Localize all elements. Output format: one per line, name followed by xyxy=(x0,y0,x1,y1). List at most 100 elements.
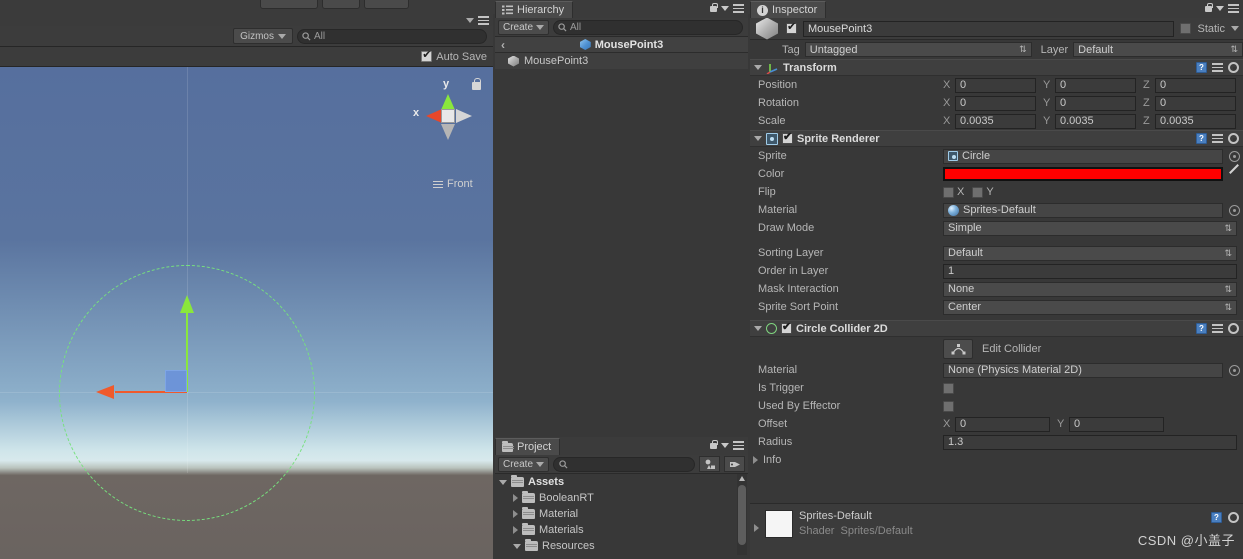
scroll-up-arrow-icon[interactable] xyxy=(738,475,746,483)
material-object-field[interactable]: Sprites-Default xyxy=(943,202,1223,218)
lock-icon[interactable] xyxy=(1205,2,1213,12)
chevron-down-icon[interactable] xyxy=(1231,26,1239,31)
layer-dropdown[interactable]: Default xyxy=(1073,42,1243,57)
help-icon[interactable]: ? xyxy=(1211,512,1222,523)
hierarchy-panel-menu[interactable] xyxy=(710,2,744,14)
chevron-right-icon[interactable] xyxy=(513,510,518,518)
auto-save-checkbox[interactable] xyxy=(421,49,433,62)
scene-view-mode-toggle[interactable]: Front xyxy=(433,178,473,190)
tag-dropdown[interactable]: Untagged xyxy=(804,42,1032,57)
project-tree-item[interactable]: Assets xyxy=(495,474,748,490)
sorting-layer-dropdown[interactable]: Default xyxy=(943,245,1237,261)
object-name-field[interactable]: MousePoint3 xyxy=(803,20,1175,37)
hierarchy-breadcrumb[interactable]: ‹ MousePoint3 xyxy=(495,37,748,53)
project-search-input[interactable] xyxy=(553,456,695,472)
flip-y-checkbox[interactable] xyxy=(972,186,984,198)
chevron-right-icon[interactable] xyxy=(513,526,518,534)
axis-y-cone-icon[interactable] xyxy=(441,94,455,110)
preset-icon[interactable] xyxy=(1212,323,1223,334)
transform-rotation-x-input[interactable]: 0 xyxy=(955,95,1036,111)
circle-collider-component-header[interactable]: Circle Collider 2D ? xyxy=(750,320,1243,337)
tab-inspector[interactable]: i Inspector xyxy=(750,1,827,18)
chevron-down-icon[interactable] xyxy=(513,543,521,549)
chevron-down-icon[interactable] xyxy=(754,326,762,331)
object-enabled-checkbox[interactable] xyxy=(786,21,797,34)
axis-x-cone-icon[interactable] xyxy=(426,109,442,123)
preset-icon[interactable] xyxy=(1212,62,1223,73)
color-swatch[interactable] xyxy=(943,167,1223,181)
play-button[interactable] xyxy=(260,0,318,9)
info-foldout-row[interactable]: Info xyxy=(750,451,1243,469)
gear-icon[interactable] xyxy=(1228,133,1239,144)
tab-project[interactable]: Project xyxy=(495,438,561,455)
static-checkbox[interactable] xyxy=(1180,23,1192,34)
lock-icon[interactable] xyxy=(710,439,718,449)
project-create-button[interactable]: Create xyxy=(498,456,550,472)
transform-rotation-z-input[interactable]: 0 xyxy=(1155,95,1236,111)
flip-x-checkbox[interactable] xyxy=(943,186,954,198)
transform-rotation-y-input[interactable]: 0 xyxy=(1055,95,1136,111)
step-button[interactable] xyxy=(364,0,409,9)
help-icon[interactable]: ? xyxy=(1196,323,1207,334)
collider-material-picker-icon[interactable] xyxy=(1229,364,1240,376)
scene-viewport[interactable]: y x Front xyxy=(0,67,493,559)
gear-icon[interactable] xyxy=(1228,512,1239,523)
gear-icon[interactable] xyxy=(1228,323,1239,334)
back-chevron-icon[interactable]: ‹ xyxy=(501,38,505,52)
sprite-renderer-enabled-checkbox[interactable] xyxy=(782,131,793,144)
chevron-down-icon[interactable] xyxy=(754,65,762,70)
radius-input[interactable]: 1.3 xyxy=(943,434,1237,450)
project-tree-item[interactable]: Material xyxy=(495,506,748,522)
project-scrollbar-thumb[interactable] xyxy=(738,485,746,545)
preset-icon[interactable] xyxy=(1212,133,1223,144)
orientation-center-cube[interactable] xyxy=(441,109,455,123)
axis-z-cone-icon[interactable] xyxy=(456,109,472,123)
chevron-down-icon[interactable] xyxy=(754,136,762,141)
filter-by-type-button[interactable] xyxy=(699,456,720,472)
hierarchy-item-mousepoint3[interactable]: MousePoint3 xyxy=(495,53,748,69)
sprite-object-field[interactable]: Circle xyxy=(943,148,1223,164)
transform-position-z-input[interactable]: 0 xyxy=(1155,77,1236,93)
chevron-right-icon[interactable] xyxy=(513,494,518,502)
help-icon[interactable]: ? xyxy=(1196,133,1207,144)
material-picker-icon[interactable] xyxy=(1229,204,1240,216)
lock-icon[interactable] xyxy=(710,2,718,12)
hierarchy-create-button[interactable]: Create xyxy=(498,19,550,35)
order-in-layer-input[interactable]: 1 xyxy=(943,263,1237,279)
hierarchy-search-input[interactable]: All xyxy=(553,19,743,35)
scene-panel-menu[interactable] xyxy=(466,15,489,26)
preview-foldout-icon[interactable] xyxy=(754,524,759,532)
chevron-right-icon[interactable] xyxy=(753,456,758,464)
move-gizmo-y-arrow[interactable] xyxy=(180,295,194,313)
sprite-renderer-component-header[interactable]: Sprite Renderer ? xyxy=(750,130,1243,147)
gear-icon[interactable] xyxy=(1228,62,1239,73)
collider-material-object-field[interactable]: None (Physics Material 2D) xyxy=(943,362,1223,378)
pause-button[interactable] xyxy=(322,0,360,9)
transform-position-x-input[interactable]: 0 xyxy=(955,77,1036,93)
help-icon[interactable]: ? xyxy=(1196,62,1207,73)
circle-collider-enabled-checkbox[interactable] xyxy=(781,321,792,334)
project-tree-item[interactable]: Resources xyxy=(495,538,748,554)
transform-scale-y-input[interactable]: 0.0035 xyxy=(1055,113,1136,129)
inspector-panel-menu[interactable] xyxy=(1205,2,1239,14)
transform-component-header[interactable]: Transform ? xyxy=(750,59,1243,76)
filter-by-label-button[interactable] xyxy=(724,456,745,472)
mask-interaction-dropdown[interactable]: None xyxy=(943,281,1237,297)
project-panel-menu[interactable] xyxy=(710,439,744,451)
gizmos-button[interactable]: Gizmos xyxy=(233,28,293,44)
tab-hierarchy[interactable]: Hierarchy xyxy=(495,1,574,18)
move-gizmo-x-arrow[interactable] xyxy=(96,385,114,399)
transform-position-y-input[interactable]: 0 xyxy=(1055,77,1136,93)
used-by-effector-checkbox[interactable] xyxy=(943,400,954,412)
scene-orientation-gizmo[interactable]: y x Front xyxy=(413,78,483,190)
draw-mode-dropdown[interactable]: Simple xyxy=(943,220,1237,236)
transform-scale-z-input[interactable]: 0.0035 xyxy=(1155,113,1236,129)
move-gizmo-xy-plane-handle[interactable] xyxy=(165,370,187,392)
edit-collider-button[interactable] xyxy=(943,339,973,359)
scene-search-input[interactable]: All xyxy=(297,28,487,44)
offset-y-input[interactable]: 0 xyxy=(1069,416,1164,432)
sprite-picker-icon[interactable] xyxy=(1229,150,1240,162)
transform-scale-x-input[interactable]: 0.0035 xyxy=(955,113,1036,129)
offset-x-input[interactable]: 0 xyxy=(955,416,1050,432)
project-tree-item[interactable]: BooleanRT xyxy=(495,490,748,506)
